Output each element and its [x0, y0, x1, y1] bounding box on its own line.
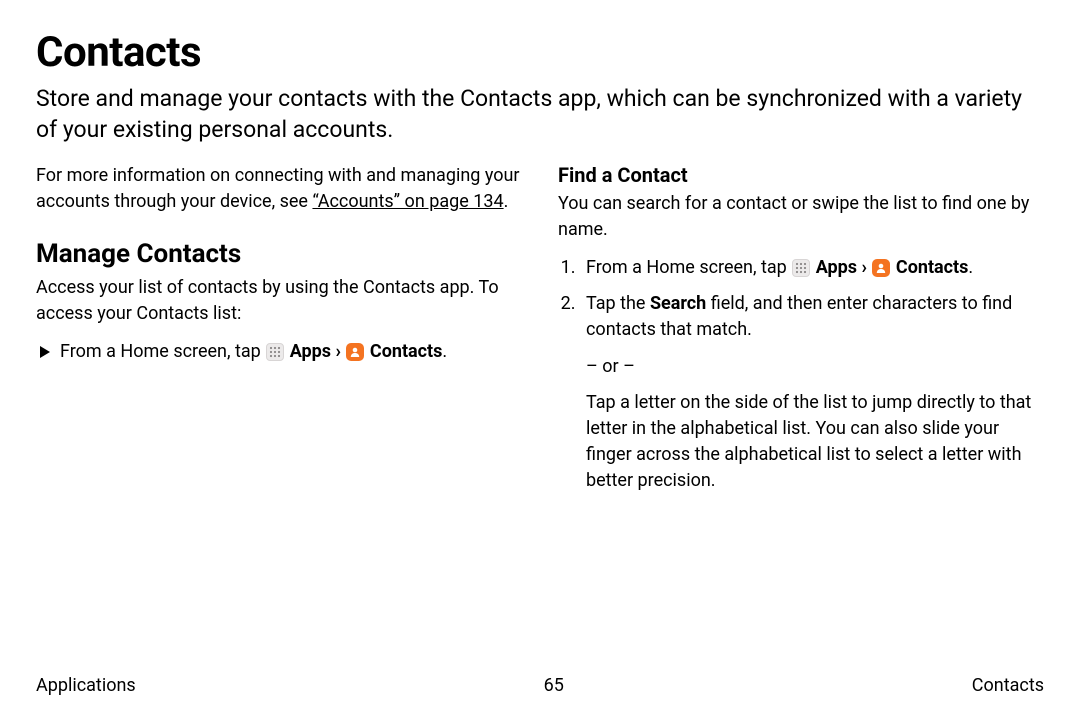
- page-title: Contacts: [36, 28, 1044, 77]
- manage-contacts-heading: Manage Contacts: [36, 239, 522, 269]
- footer-left: Applications: [36, 675, 136, 696]
- step-2: Tap the Search field, and then enter cha…: [580, 291, 1044, 494]
- footer-page-number: 65: [544, 675, 564, 696]
- apps-icon: [266, 343, 284, 361]
- accounts-link[interactable]: “Accounts” on page 134: [312, 191, 503, 212]
- left-column: For more information on connecting with …: [36, 163, 522, 504]
- or-divider: – or –: [586, 354, 1044, 380]
- contacts-icon: [872, 259, 890, 277]
- intro-paragraph: Store and manage your contacts with the …: [36, 83, 1044, 145]
- page-footer: Applications 65 Contacts: [36, 675, 1044, 696]
- manage-contacts-intro: Access your list of contacts by using th…: [36, 275, 522, 327]
- footer-right: Contacts: [972, 675, 1044, 696]
- bullet-text: From a Home screen, tap Apps › Contacts.: [60, 341, 447, 362]
- accounts-info-text: For more information on connecting with …: [36, 163, 522, 215]
- bullet-home-screen: From a Home screen, tap Apps › Contacts.: [36, 341, 522, 362]
- find-contact-steps: From a Home screen, tap Apps › Contacts.…: [558, 255, 1044, 494]
- step-1: From a Home screen, tap Apps › Contacts.: [580, 255, 1044, 281]
- find-contact-heading: Find a Contact: [558, 163, 1044, 187]
- contacts-icon: [346, 343, 364, 361]
- right-column: Find a Contact You can search for a cont…: [558, 163, 1044, 504]
- find-contact-intro: You can search for a contact or swipe th…: [558, 191, 1044, 243]
- play-triangle-icon: [40, 346, 50, 358]
- content-columns: For more information on connecting with …: [36, 163, 1044, 504]
- alt-instruction: Tap a letter on the side of the list to …: [586, 390, 1044, 494]
- apps-icon: [792, 259, 810, 277]
